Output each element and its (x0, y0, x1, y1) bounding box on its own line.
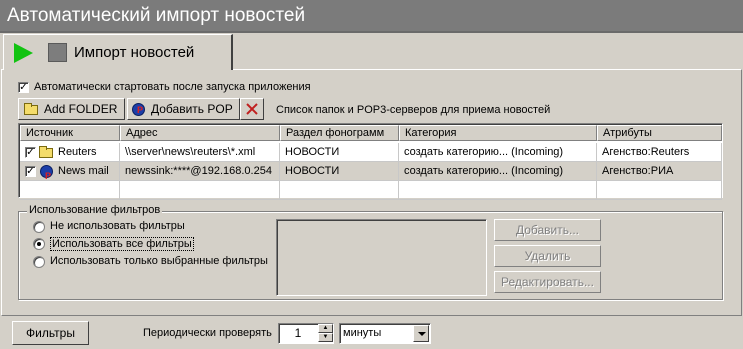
address-cell: \\server\news\reuters\*.xml (120, 143, 280, 162)
radio-selected-filters[interactable] (33, 256, 45, 268)
interval-spinner[interactable]: 1 ▲ ▼ (278, 323, 334, 344)
delete-button[interactable] (240, 98, 264, 120)
section-cell: НОВОСТИ (280, 162, 399, 181)
column-header-category[interactable]: Категория (399, 125, 597, 141)
window-title-bar: Автоматический импорт новостей (0, 0, 743, 33)
play-icon[interactable] (14, 43, 33, 63)
chevron-down-icon[interactable] (413, 325, 429, 342)
filters-group-title: Использование фильтров (27, 204, 163, 216)
filters-button[interactable]: Фильтры (12, 321, 89, 345)
section-cell: НОВОСТИ (280, 143, 399, 162)
interval-unit-value: минуты (343, 327, 382, 339)
empty-cell (280, 181, 399, 200)
row-checkbox[interactable]: ✓ (25, 147, 36, 158)
filter-list[interactable] (276, 219, 487, 296)
table-row[interactable]: ✓ News mail newssink:****@192.168.0.254 … (20, 162, 722, 181)
empty-cell (399, 181, 597, 200)
table-row-empty[interactable] (20, 181, 722, 200)
folder-icon (39, 146, 53, 158)
pop-mail-icon (132, 103, 145, 116)
pop-mail-icon (40, 165, 53, 180)
source-cell: ✓ News mail (20, 162, 120, 181)
column-header-address[interactable]: Адрес (120, 125, 280, 141)
folder-icon (24, 103, 38, 115)
radio-no-filters[interactable] (33, 221, 45, 233)
tab-news-import[interactable]: Импорт новостей (3, 34, 233, 70)
category-cell: создать категорию... (Incoming) (399, 162, 597, 181)
add-filter-button[interactable]: Добавить... (494, 219, 601, 241)
empty-cell (20, 181, 120, 200)
stop-icon[interactable] (48, 43, 67, 62)
window-title: Автоматический импорт новостей (7, 5, 306, 26)
add-folder-button[interactable]: Add FOLDER (18, 98, 125, 120)
add-pop-button[interactable]: Добавить POP (127, 98, 240, 120)
tab-label: Импорт новостей (74, 44, 195, 61)
spin-up-button[interactable]: ▲ (318, 324, 333, 333)
delete-x-icon (246, 103, 258, 115)
interval-value: 1 (294, 326, 302, 340)
empty-cell (120, 181, 280, 200)
toolbar-caption: Список папок и POP3-серверов для приема … (276, 104, 551, 116)
radio-all-filters-label: Использовать все фильтры (50, 237, 194, 251)
source-name: News mail (58, 165, 109, 177)
row-checkbox[interactable]: ✓ (25, 166, 36, 177)
autostart-label: Автоматически стартовать после запуска п… (34, 81, 311, 93)
radio-no-filters-label: Не использовать фильтры (50, 220, 185, 232)
table-row[interactable]: ✓ Reuters \\server\news\reuters\*.xml НО… (20, 143, 722, 162)
column-header-source[interactable]: Источник (20, 125, 120, 141)
remove-filter-button[interactable]: Удалить (494, 245, 601, 267)
column-header-section[interactable]: Раздел фонограмм (280, 125, 399, 141)
interval-unit-select[interactable]: минуты (339, 323, 431, 344)
check-interval-label: Периодически проверять (143, 327, 272, 339)
autostart-checkbox[interactable]: ✓ (18, 82, 29, 93)
radio-selected-filters-label: Использовать только выбранные фильтры (50, 255, 268, 267)
attributes-cell: Агенство:РИА (597, 162, 722, 181)
attributes-cell: Агенство:Reuters (597, 143, 722, 162)
category-cell: создать категорию... (Incoming) (399, 143, 597, 162)
add-pop-label: Добавить POP (151, 102, 233, 116)
edit-filter-button[interactable]: Редактировать... (494, 271, 601, 293)
spin-down-button[interactable]: ▼ (318, 333, 333, 342)
column-header-attributes[interactable]: Атрибуты (597, 125, 722, 141)
add-folder-label: Add FOLDER (44, 102, 118, 116)
source-name: Reuters (58, 146, 97, 158)
radio-all-filters[interactable] (33, 238, 45, 250)
address-cell: newssink:****@192.168.0.254 (120, 162, 280, 181)
source-cell: ✓ Reuters (20, 143, 120, 162)
empty-cell (597, 181, 722, 200)
sources-table[interactable]: Источник Адрес Раздел фонограмм Категори… (18, 123, 723, 200)
